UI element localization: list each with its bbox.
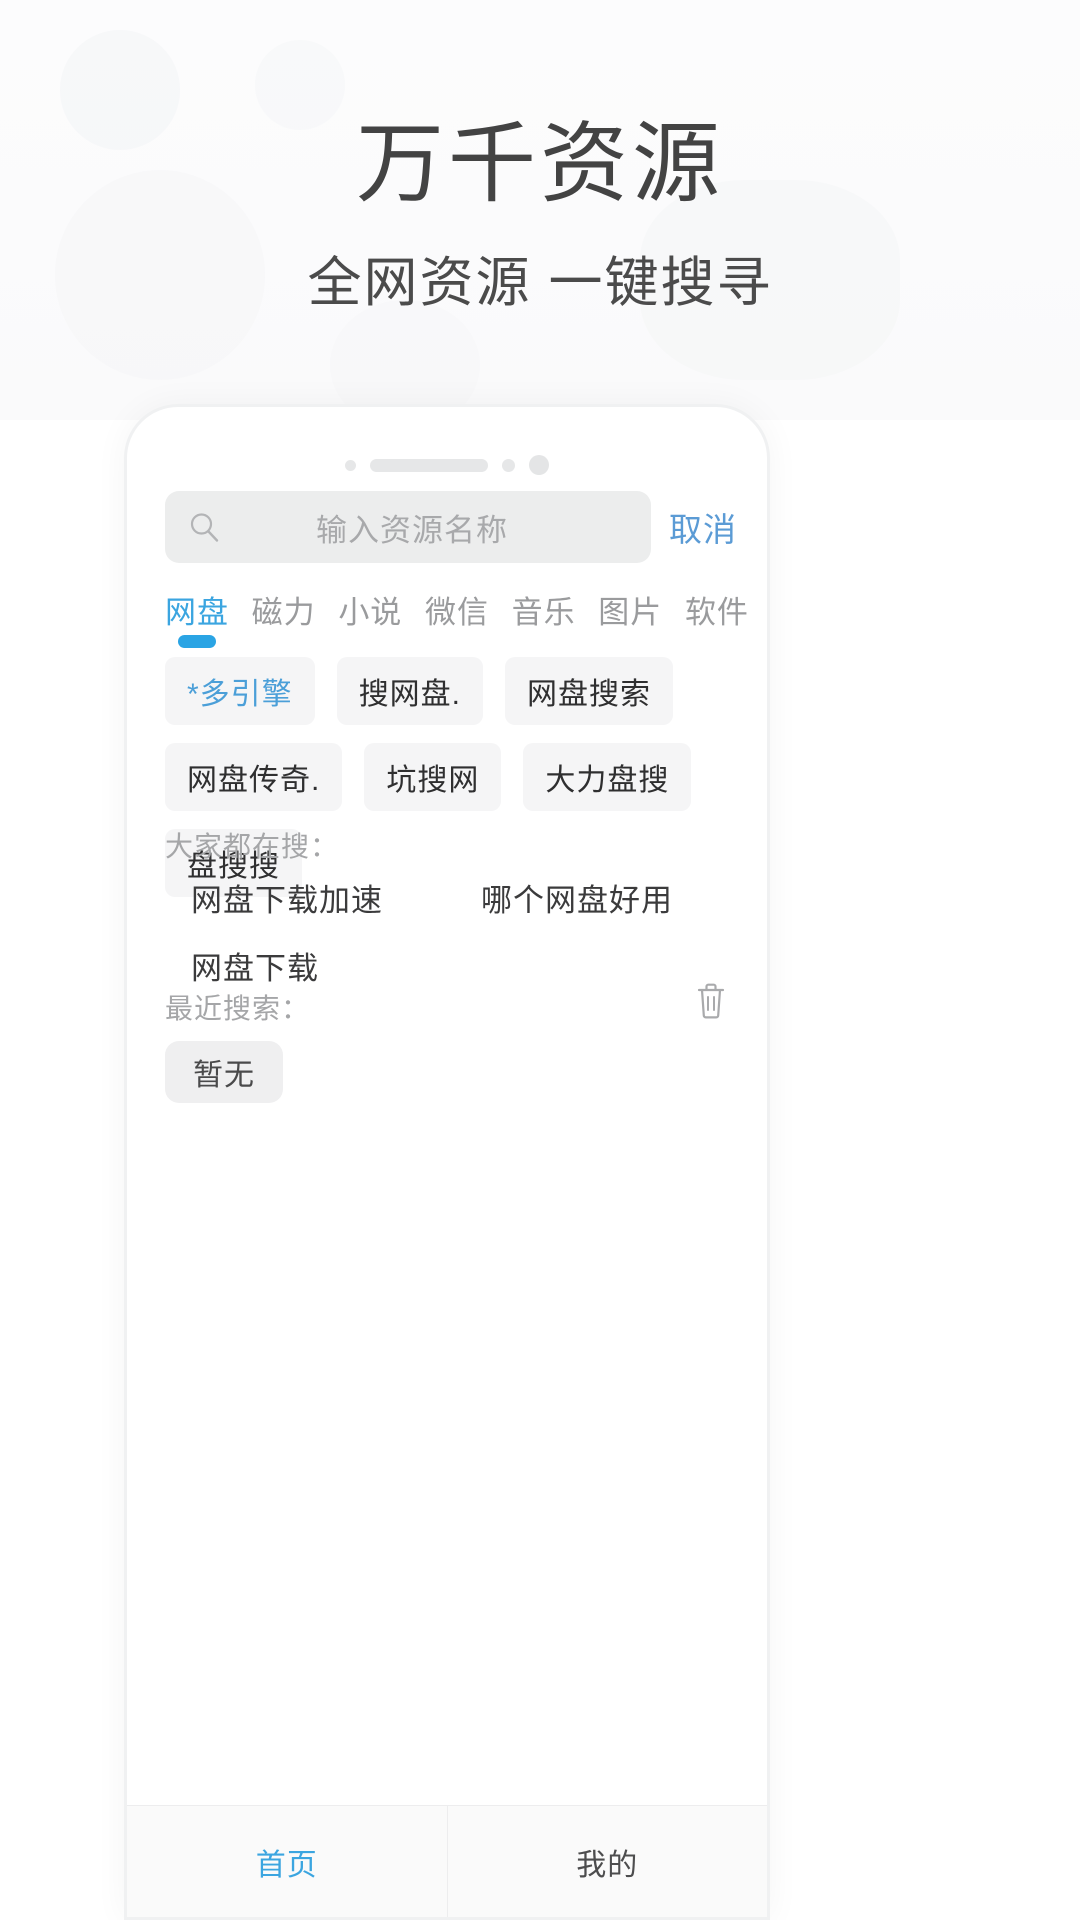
sensor-dot-icon [502, 458, 515, 472]
phone-notch [127, 455, 767, 475]
engine-chip[interactable]: 网盘搜索 [505, 657, 674, 725]
hot-search-label: 大家都在搜： [165, 831, 340, 862]
engine-chip[interactable]: 大力盘搜 [523, 743, 692, 811]
recent-search-list: 暂无 [165, 1041, 283, 1103]
recent-search-label: 最近搜索： [165, 993, 311, 1024]
search-bar: 输入资源名称 取消 [165, 491, 737, 563]
tab-label: 网盘 [165, 595, 229, 630]
bottom-nav-home[interactable]: 首页 [127, 1806, 447, 1917]
hot-search-list: 网盘下载加速 哪个网盘好用 网盘下载 [165, 875, 745, 995]
engine-chip[interactable]: 搜网盘. [336, 657, 484, 725]
tab-label: 软件 [684, 595, 749, 630]
hot-search-item[interactable]: 网盘下载加速 [165, 875, 455, 927]
phone-mockup: 输入资源名称 取消 网盘 磁力 小说 微信 音乐 图片 软件 *多引擎 搜网盘.… [124, 404, 770, 1920]
tab-label: 微信 [424, 595, 489, 630]
tab-label: 图片 [598, 595, 663, 630]
decorative-blob [330, 300, 480, 420]
camera-dot-icon [345, 459, 356, 471]
search-input-container[interactable]: 输入资源名称 [165, 491, 651, 563]
camera-lens-icon [529, 455, 549, 475]
tab-tupian[interactable]: 图片 [598, 587, 662, 648]
engine-chip[interactable]: *多引擎 [165, 657, 315, 725]
tab-weixin[interactable]: 微信 [425, 587, 489, 648]
promo-title: 万千资源 [355, 114, 724, 213]
tab-label: 音乐 [511, 595, 576, 630]
tab-label: 小说 [338, 595, 403, 630]
promo-header: 万千资源 全网资源 一键搜寻 [0, 0, 1080, 420]
tab-label: 磁力 [251, 595, 316, 630]
trash-icon[interactable] [691, 979, 731, 1023]
tab-cili[interactable]: 磁力 [252, 587, 316, 648]
tab-active-indicator [178, 635, 216, 648]
tab-xiaoshuo[interactable]: 小说 [338, 587, 402, 648]
engine-chip[interactable]: 坑搜网 [364, 743, 502, 811]
recent-search-item[interactable]: 暂无 [165, 1041, 283, 1103]
bottom-nav-mine[interactable]: 我的 [446, 1806, 768, 1917]
tab-ruanjian[interactable]: 软件 [685, 587, 749, 648]
speaker-grill-icon [370, 458, 488, 472]
search-icon [187, 510, 221, 544]
tab-yinyue[interactable]: 音乐 [512, 587, 576, 648]
search-input[interactable]: 输入资源名称 [221, 505, 629, 550]
category-tabs: 网盘 磁力 小说 微信 音乐 图片 软件 [165, 587, 749, 648]
cancel-button[interactable]: 取消 [669, 503, 737, 551]
promo-subtitle: 全网资源 一键搜寻 [307, 253, 773, 313]
bottom-nav: 首页 我的 [127, 1805, 767, 1917]
hot-search-item[interactable]: 哪个网盘好用 [455, 875, 745, 927]
engine-chip[interactable]: 网盘传奇. [165, 743, 343, 811]
tab-wangpan[interactable]: 网盘 [165, 587, 229, 648]
